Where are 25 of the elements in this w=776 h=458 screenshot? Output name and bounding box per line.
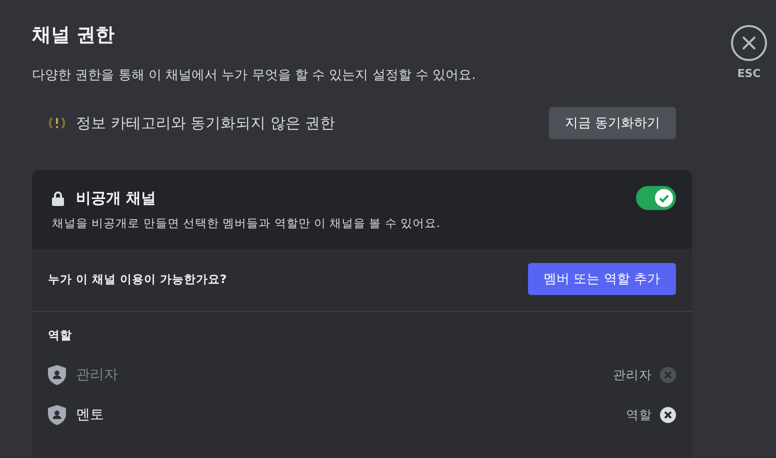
x-icon <box>664 371 672 379</box>
access-question: 누가 이 채널 이용이 가능한가요? <box>48 272 228 286</box>
sync-warning-icon <box>48 115 66 131</box>
close-button[interactable] <box>731 25 767 61</box>
x-icon <box>664 411 672 419</box>
role-name: 관리자 <box>76 366 119 384</box>
role-type: 역할 <box>626 406 652 424</box>
close-icon <box>742 36 756 50</box>
private-channel-toggle[interactable] <box>636 186 676 210</box>
check-icon <box>658 192 670 204</box>
sync-notice: 정보 카테고리와 동기화되지 않은 권한 <box>76 114 336 132</box>
add-member-button[interactable]: 멤버 또는 역할 추가 <box>528 263 676 295</box>
private-channel-title: 비공개 채널 <box>76 188 158 208</box>
esc-label: ESC <box>737 67 761 80</box>
private-channel-description: 채널을 비공개로 만들면 선택한 멤버들과 역할만 이 채널을 볼 수 있어요. <box>52 216 442 231</box>
page-title: 채널 권한 <box>32 23 116 48</box>
lock-icon <box>52 190 64 206</box>
shield-user-icon <box>48 365 66 385</box>
sync-now-button[interactable]: 지금 동기화하기 <box>548 107 676 139</box>
shield-user-icon <box>48 405 66 425</box>
remove-role-button[interactable] <box>660 407 676 423</box>
roles-heading: 역할 <box>48 328 73 343</box>
page-description: 다양한 권한을 통해 이 채널에서 누가 무엇을 할 수 있는지 설정할 수 있어요. <box>32 67 477 84</box>
role-type: 관리자 <box>613 366 652 384</box>
role-name: 멘토 <box>76 406 105 424</box>
